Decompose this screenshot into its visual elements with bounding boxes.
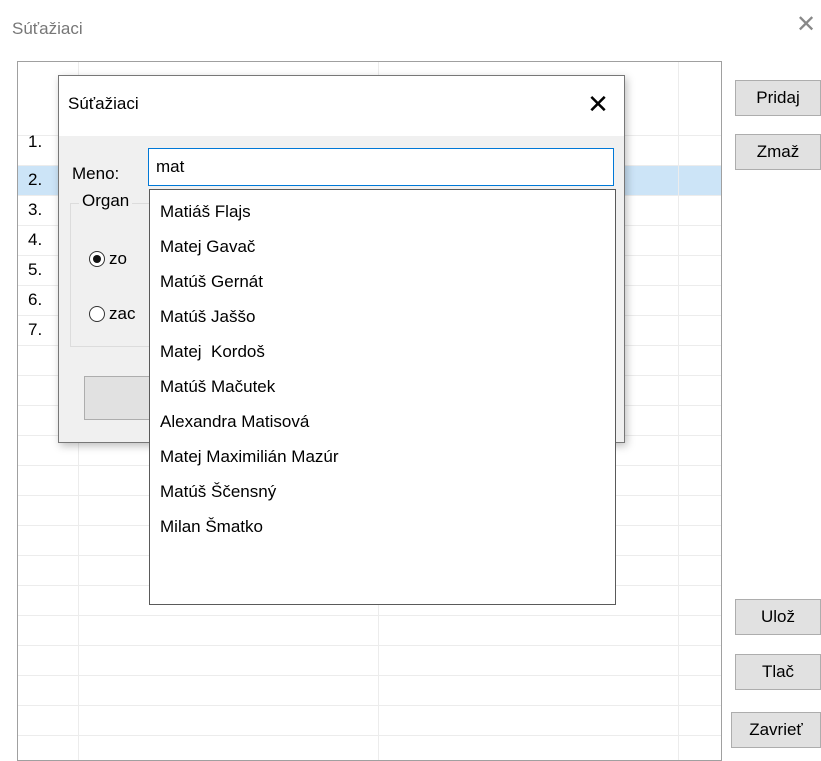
grid-row-line xyxy=(18,615,721,616)
grid-row-line xyxy=(18,645,721,646)
radio-enter-label: zac xyxy=(109,304,136,323)
close-button[interactable]: Zavrieť xyxy=(731,712,821,748)
window-close-icon[interactable]: ✕ xyxy=(793,12,819,38)
autocomplete-item[interactable]: Matúš Mačutek xyxy=(160,377,275,397)
radio-enter[interactable] xyxy=(89,306,105,322)
row-number: 3. xyxy=(28,200,43,219)
radio-from-list[interactable] xyxy=(89,251,105,267)
autocomplete-item[interactable]: Matej Gavač xyxy=(160,237,255,257)
grid-column-line xyxy=(678,62,679,760)
autocomplete-item[interactable]: Matej Kordoš xyxy=(160,342,265,362)
radio-from-list-label: zo xyxy=(109,249,127,268)
print-button[interactable]: Tlač xyxy=(735,654,821,690)
grid-row-line xyxy=(18,675,721,676)
dialog-title: Súťažiaci xyxy=(68,94,139,113)
dialog-close-icon[interactable]: ✕ xyxy=(584,90,612,118)
autocomplete-item[interactable]: Matej Maximilián Mazúr xyxy=(160,447,339,467)
grid-row-line xyxy=(18,735,721,736)
dialog-titlebar xyxy=(59,76,624,136)
add-button[interactable]: Pridaj xyxy=(735,80,821,116)
organization-group-label: Organ xyxy=(79,191,133,211)
row-number: 2. xyxy=(28,170,43,189)
grid-row-line xyxy=(18,705,721,706)
autocomplete-item[interactable]: Milan Šmatko xyxy=(160,517,263,537)
delete-button[interactable]: Zmaž xyxy=(735,134,821,170)
row-number: 1. xyxy=(28,132,43,151)
autocomplete-item[interactable]: Matúš Gernát xyxy=(160,272,263,292)
autocomplete-item[interactable]: Matúš Jaššo xyxy=(160,307,255,327)
name-input[interactable] xyxy=(148,148,614,186)
autocomplete-item[interactable]: Alexandra Matisová xyxy=(160,412,309,432)
autocomplete-item[interactable]: Matúš Ščensný xyxy=(160,482,276,502)
autocomplete-item[interactable]: Matiáš Flajs xyxy=(160,202,251,222)
window-title: Súťažiaci xyxy=(12,19,83,38)
row-number: 4. xyxy=(28,230,43,249)
row-number: 7. xyxy=(28,320,43,339)
row-number: 5. xyxy=(28,260,43,279)
name-label: Meno: xyxy=(72,164,120,183)
autocomplete-dropdown[interactable]: Matiáš Flajs Matej Gavač Matúš Gernát Ma… xyxy=(149,189,616,605)
save-button[interactable]: Ulož xyxy=(735,599,821,635)
row-number: 6. xyxy=(28,290,43,309)
